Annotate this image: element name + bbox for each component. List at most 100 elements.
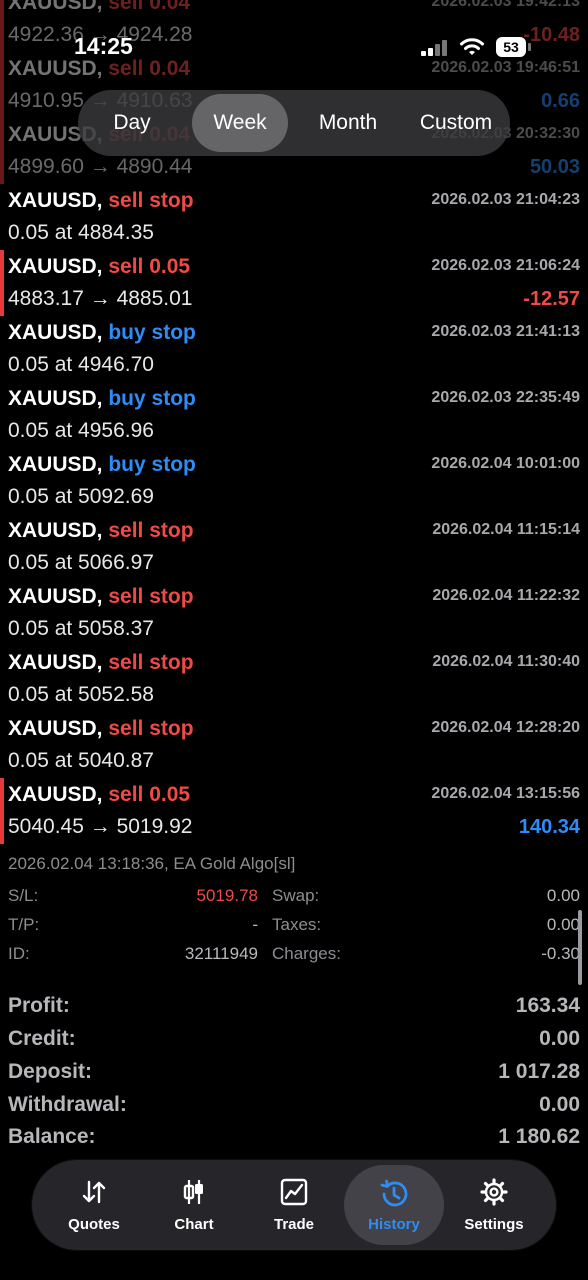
- scrollbar[interactable]: [578, 910, 582, 985]
- order-symbol: XAUUSD,: [8, 387, 103, 410]
- profit-value: 163.34: [515, 994, 580, 1017]
- history-row[interactable]: XAUUSD, sell stop 2026.02.04 11:15:14 0.05…: [0, 514, 588, 580]
- order-symbol: XAUUSD,: [8, 585, 103, 608]
- order-symbol: XAUUSD,: [8, 519, 103, 542]
- withdrawal-value: 0.00: [539, 1093, 580, 1116]
- order-profit: 50.03: [529, 156, 580, 178]
- period-tab-week[interactable]: Week: [192, 94, 288, 152]
- order-title: XAUUSD, buy stop: [8, 387, 196, 411]
- order-symbol: XAUUSD,: [8, 189, 103, 212]
- swap-label: Swap:: [272, 886, 320, 905]
- order-title: XAUUSD, sell stop: [8, 189, 194, 213]
- period-tab-custom[interactable]: Custom: [408, 90, 504, 156]
- id-label: ID:: [8, 944, 30, 963]
- order-type: buy stop: [108, 387, 196, 410]
- nav-history-label: History: [368, 1216, 420, 1233]
- order-symbol: XAUUSD,: [8, 783, 103, 806]
- order-symbol: XAUUSD,: [8, 651, 103, 674]
- order-type: buy stop: [108, 453, 196, 476]
- nav-trade[interactable]: Trade: [244, 1160, 344, 1250]
- order-title: XAUUSD, buy stop: [8, 453, 196, 477]
- nav-quotes[interactable]: Quotes: [44, 1160, 144, 1250]
- deposit-value: 1 017.28: [498, 1060, 580, 1083]
- history-row[interactable]: XAUUSD, sell stop 2026.02.04 11:30:40 0.05…: [0, 646, 588, 712]
- order-comment: 2026.02.04 13:18:36, EA Gold Algo[sl]: [8, 854, 296, 873]
- order-title: XAUUSD, sell 0.05: [8, 783, 190, 807]
- order-detail: 0.05 at 5092.69: [8, 485, 154, 508]
- order-type: sell 0.04: [108, 0, 191, 14]
- order-detail: 0.05 at 5058.37: [8, 617, 154, 640]
- gear-icon: [480, 1178, 508, 1206]
- order-title: XAUUSD, sell 0.04: [8, 0, 190, 15]
- order-type: sell stop: [108, 585, 194, 608]
- charges-value: -0.30: [541, 944, 580, 963]
- order-title: XAUUSD, sell stop: [8, 585, 194, 609]
- nav-trade-label: Trade: [273, 1216, 315, 1233]
- order-title: XAUUSD, sell stop: [8, 651, 194, 675]
- quotes-arrows-icon: [82, 1180, 106, 1204]
- order-type: sell 0.05: [108, 255, 191, 278]
- taxes-label: Taxes:: [272, 915, 322, 934]
- order-time: 2026.02.03 22:35:49: [431, 389, 580, 406]
- order-time: 2026.02.03 19:42:13: [431, 0, 580, 10]
- period-tab-month[interactable]: Month: [304, 90, 392, 156]
- order-profit: -12.57: [523, 288, 580, 310]
- order-detail: 4899.60 → 4890.44: [8, 155, 193, 178]
- order-time: 2026.02.04 11:30:40: [432, 653, 580, 670]
- order-title: XAUUSD, buy stop: [8, 321, 196, 345]
- order-detail: 0.05 at 4884.35: [8, 221, 154, 244]
- order-type: sell stop: [108, 519, 194, 542]
- order-title: XAUUSD, sell stop: [8, 519, 194, 543]
- nav-chart[interactable]: Chart: [144, 1160, 244, 1250]
- history-row[interactable]: XAUUSD, buy stop 2026.02.03 21:41:13 0.05 …: [0, 316, 588, 382]
- history-row[interactable]: XAUUSD, sell stop 2026.02.03 21:04:23 0.05…: [0, 184, 588, 250]
- order-type: buy stop: [108, 321, 196, 344]
- order-detail: 0.05 at 5040.87: [8, 749, 154, 772]
- sl-value: 5019.78: [196, 886, 258, 905]
- history-row[interactable]: XAUUSD, sell stop 2026.02.04 12:28:20 0.05…: [0, 712, 588, 778]
- order-symbol: XAUUSD,: [8, 453, 103, 476]
- history-row[interactable]: XAUUSD, sell 0.05 2026.02.04 13:15:56 5040…: [0, 778, 588, 844]
- credit-value: 0.00: [539, 1027, 580, 1050]
- order-profit: -10.48: [523, 24, 580, 46]
- order-detail: 0.05 at 5066.97: [8, 551, 154, 574]
- order-time: 2026.02.04 11:22:32: [432, 587, 580, 604]
- order-type: sell 0.04: [108, 57, 191, 80]
- id-value: 32111949: [184, 944, 258, 963]
- order-detail: 4883.17 → 4885.01: [8, 287, 193, 310]
- nav-history[interactable]: History: [344, 1165, 444, 1245]
- order-title: XAUUSD, sell stop: [8, 717, 194, 741]
- history-row[interactable]: XAUUSD, sell 0.04 2026.02.03 19:42:13 4922…: [0, 0, 588, 52]
- tp-value: -: [252, 915, 258, 934]
- nav-quotes-label: Quotes: [68, 1216, 120, 1233]
- order-symbol: XAUUSD,: [8, 321, 103, 344]
- deposit-label: Deposit:: [8, 1060, 92, 1083]
- order-detail: 0.05 at 5052.58: [8, 683, 154, 706]
- order-symbol: XAUUSD,: [8, 0, 103, 14]
- history-row[interactable]: XAUUSD, buy stop 2026.02.03 22:35:49 0.05 …: [0, 382, 588, 448]
- balance-value: 1 180.62: [498, 1125, 580, 1148]
- order-time: 2026.02.04 10:01:00: [431, 455, 580, 472]
- history-row[interactable]: XAUUSD, buy stop 2026.02.04 10:01:00 0.05 …: [0, 448, 588, 514]
- credit-label: Credit:: [8, 1027, 76, 1050]
- order-type: sell stop: [108, 189, 194, 212]
- order-profit: 140.34: [518, 816, 580, 838]
- order-time: 2026.02.03 21:04:23: [431, 191, 580, 208]
- period-selector: Day Week Month Custom: [78, 90, 510, 156]
- history-clock-icon: [380, 1179, 408, 1207]
- order-time: 2026.02.04 13:15:56: [431, 785, 580, 802]
- order-type: sell stop: [108, 651, 194, 674]
- period-tab-day[interactable]: Day: [92, 90, 172, 156]
- tp-label: T/P:: [8, 915, 40, 934]
- order-title: XAUUSD, sell 0.04: [8, 57, 190, 81]
- order-time: 2026.02.04 11:15:14: [432, 521, 580, 538]
- order-time: 2026.02.03 21:41:13: [431, 323, 580, 340]
- nav-settings[interactable]: Settings: [444, 1160, 544, 1250]
- order-profit: 0.66: [541, 90, 580, 112]
- order-symbol: XAUUSD,: [8, 255, 103, 278]
- history-row[interactable]: XAUUSD, sell stop 2026.02.04 11:22:32 0.05…: [0, 580, 588, 646]
- nav-settings-label: Settings: [464, 1216, 524, 1233]
- withdrawal-label: Withdrawal:: [8, 1093, 127, 1116]
- history-row[interactable]: XAUUSD, sell 0.05 2026.02.03 21:06:24 4883…: [0, 250, 588, 316]
- nav-chart-label: Chart: [174, 1216, 214, 1233]
